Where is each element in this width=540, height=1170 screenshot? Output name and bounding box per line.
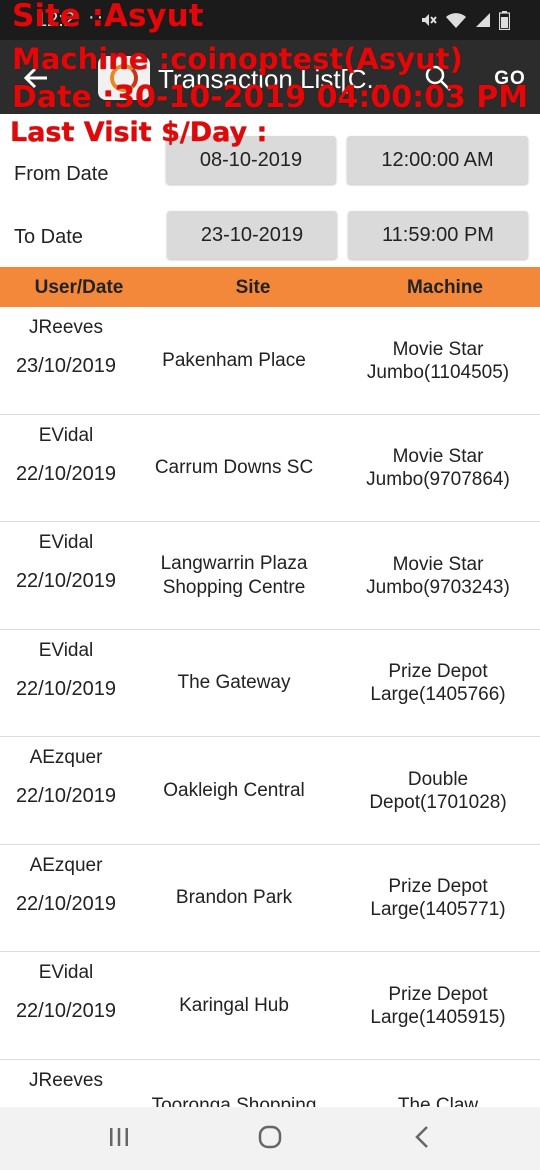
- column-header-machine: Machine: [406, 277, 484, 298]
- row-machine: Movie Star Jumbo(1104505): [366, 338, 510, 383]
- table-row[interactable]: JReeves 23/10/2019 Pakenham Place Movie …: [0, 307, 540, 415]
- to-time-button[interactable]: 11:59:00 PM: [348, 211, 528, 259]
- table-row[interactable]: EVidal 22/10/2019 Karingal Hub Prize Dep…: [0, 952, 540, 1060]
- row-site: Brandon Park: [175, 887, 293, 908]
- row-machine: The Claw: [397, 1094, 479, 1108]
- home-icon[interactable]: [258, 1125, 282, 1149]
- row-site: Carrum Downs SC: [154, 457, 314, 478]
- row-machine: Prize Depot Large(1405771): [370, 876, 506, 920]
- battery-icon: [499, 10, 510, 30]
- row-site: Tooronga Shopping: [151, 1094, 317, 1108]
- row-machine: Prize Depot Large(1405915): [370, 983, 506, 1028]
- notification-dots: ···: [88, 6, 114, 28]
- app-logo: [98, 56, 150, 100]
- column-header-user-date: User/Date: [34, 277, 124, 298]
- mute-icon: [422, 14, 437, 26]
- row-machine: Movie Star Jumbo(9703243): [366, 553, 510, 598]
- from-date-label: From Date: [14, 163, 109, 185]
- table-row[interactable]: AEzquer 22/10/2019 Brandon Park Prize De…: [0, 845, 540, 952]
- from-date-button[interactable]: 08-10-2019: [166, 136, 336, 184]
- status-bar: 12:2 ···: [0, 0, 540, 40]
- go-button[interactable]: GO: [480, 68, 540, 92]
- signal-icon: [476, 13, 490, 27]
- back-icon[interactable]: [412, 1125, 432, 1149]
- row-date: 22/10/2019: [15, 785, 117, 807]
- search-icon[interactable]: [424, 64, 452, 92]
- row-user: JReeves: [29, 1069, 103, 1091]
- system-nav-bar: [0, 1107, 540, 1170]
- row-user: EVidal: [38, 532, 94, 553]
- to-date-row: To Date 23-10-2019 11:59:00 PM: [0, 205, 540, 265]
- table-row[interactable]: EVidal 22/10/2019 Carrum Downs SC Movie …: [0, 415, 540, 522]
- status-time: 12:2: [36, 9, 75, 31]
- row-date: 22/10/2019: [15, 462, 117, 485]
- table-row[interactable]: EVidal 22/10/2019 Langwarrin Plaza Shopp…: [0, 522, 540, 630]
- to-date-button[interactable]: 23-10-2019: [167, 211, 337, 259]
- row-date: 23/10/2019: [15, 355, 117, 377]
- row-site: Pakenham Place: [162, 349, 306, 371]
- row-user: AEzquer: [29, 854, 103, 876]
- row-user: AEzquer: [29, 747, 103, 768]
- table-row[interactable]: JReeves Tooronga Shopping The Claw: [0, 1060, 540, 1108]
- table-row[interactable]: EVidal 22/10/2019 The Gateway Prize Depo…: [0, 630, 540, 737]
- transaction-list[interactable]: JReeves 23/10/2019 Pakenham Place Movie …: [0, 307, 540, 1107]
- row-site: The Gateway: [177, 672, 291, 693]
- row-machine: Prize Depot Large(1405766): [370, 661, 506, 705]
- row-site: Karingal Hub: [179, 994, 289, 1016]
- back-arrow-icon[interactable]: [20, 62, 52, 94]
- row-date: 22/10/2019: [15, 570, 117, 592]
- row-machine: Double Depot(1701028): [369, 768, 507, 813]
- to-date-label: To Date: [14, 226, 83, 248]
- row-date: 22/10/2019: [15, 892, 117, 915]
- row-site: Langwarrin Plaza Shopping Centre: [160, 552, 308, 598]
- from-date-row: From Date 08-10-2019 12:00:00 AM: [0, 130, 540, 190]
- table-header: User/Date Site Machine: [0, 267, 540, 307]
- wifi-icon: [446, 13, 466, 28]
- row-site: Oakleigh Central: [163, 779, 305, 801]
- row-user: JReeves: [29, 317, 103, 338]
- row-date: 22/10/2019: [15, 1000, 117, 1022]
- page-title: Transaction List[C...: [158, 64, 389, 94]
- from-time-button[interactable]: 12:00:00 AM: [347, 136, 528, 184]
- recents-icon[interactable]: [108, 1127, 130, 1147]
- row-user: EVidal: [38, 962, 94, 983]
- row-date: 22/10/2019: [15, 677, 117, 700]
- row-user: EVidal: [38, 424, 94, 446]
- screen: 12:2 ··· Transaction List[C... GO From D…: [0, 0, 540, 1170]
- row-machine: Movie Star Jumbo(9707864): [366, 446, 510, 490]
- app-bar: Transaction List[C... GO: [0, 40, 540, 114]
- table-row[interactable]: AEzquer 22/10/2019 Oakleigh Central Doub…: [0, 737, 540, 845]
- column-header-site: Site: [235, 277, 271, 298]
- row-user: EVidal: [38, 639, 94, 661]
- system-icons: [419, 9, 510, 31]
